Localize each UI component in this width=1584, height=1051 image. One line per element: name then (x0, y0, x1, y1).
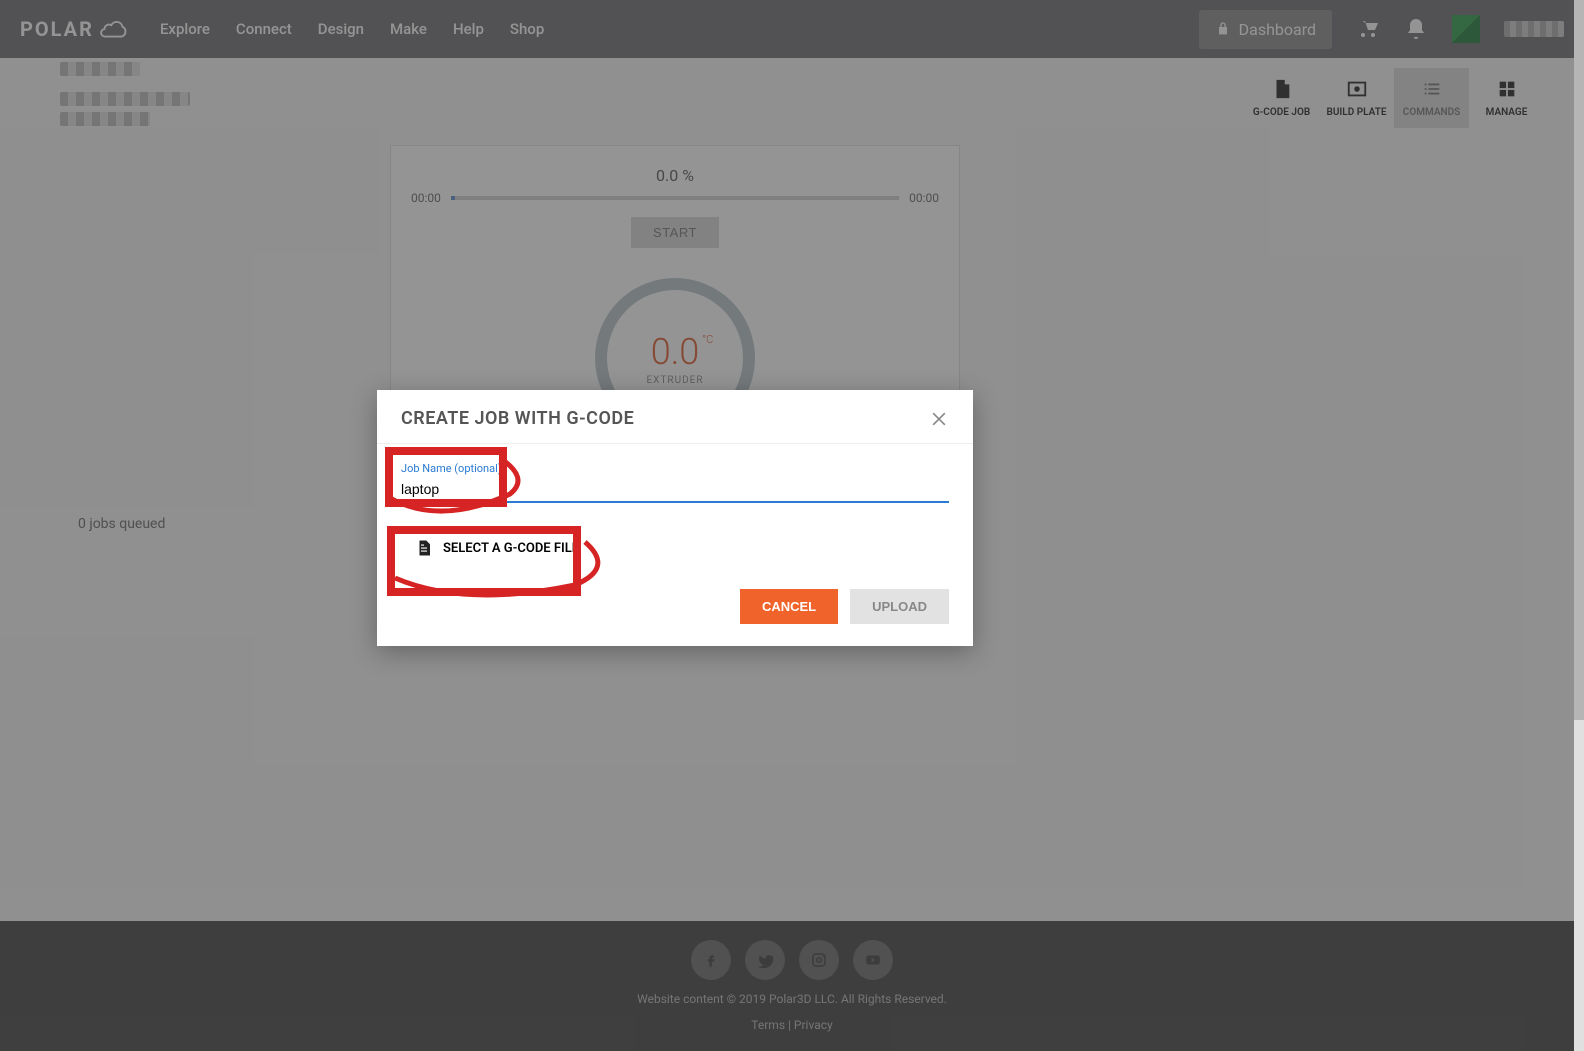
cancel-button[interactable]: CANCEL (740, 589, 838, 624)
upload-button[interactable]: UPLOAD (850, 589, 949, 624)
close-icon[interactable] (929, 409, 949, 429)
annotation-swoosh-2 (385, 530, 615, 610)
annotation-swoosh-1 (380, 448, 560, 528)
scrollbar-thumb[interactable] (1574, 0, 1584, 720)
modal-title: CREATE JOB WITH G-CODE (401, 408, 634, 429)
